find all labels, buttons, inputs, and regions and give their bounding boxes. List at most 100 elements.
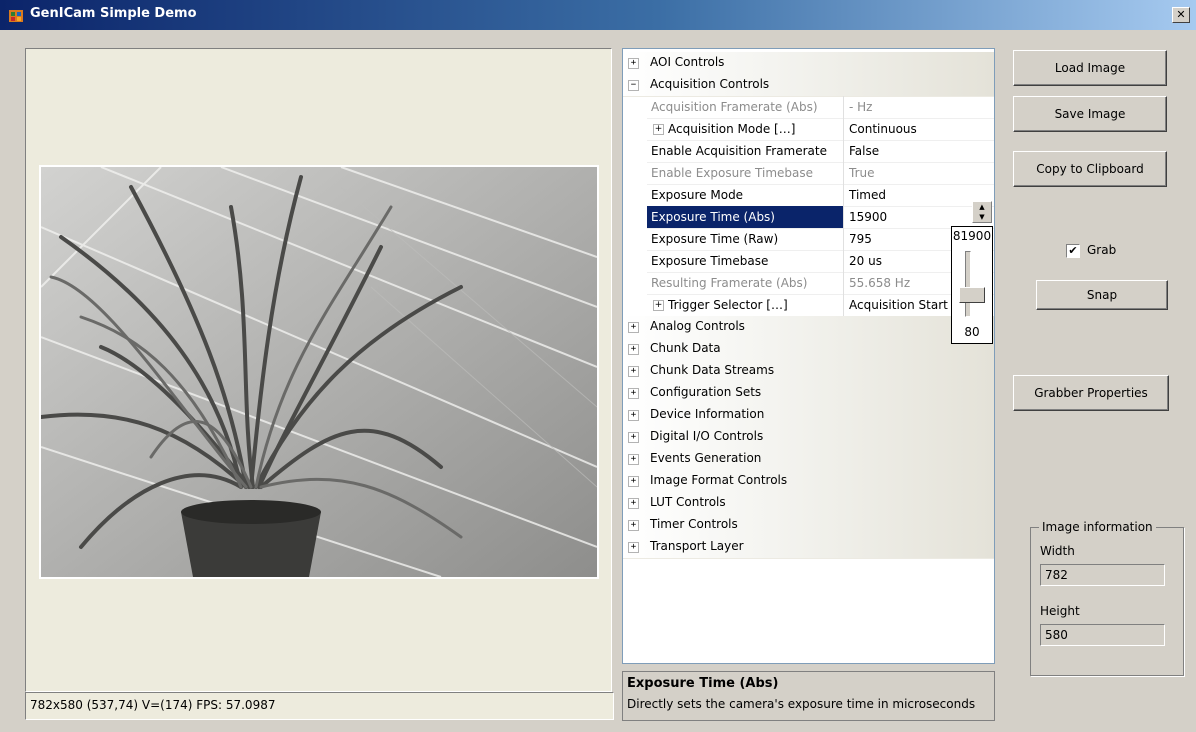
spin-down-icon[interactable]: ▼ <box>973 212 991 222</box>
category-label: Chunk Data <box>650 341 721 355</box>
property-exposure-time-raw[interactable]: Exposure Time (Raw) 795 <box>623 228 994 251</box>
category-chunk-data[interactable]: + Chunk Data <box>623 338 994 361</box>
expand-icon[interactable]: + <box>628 366 639 377</box>
category-acquisition-controls[interactable]: − Acquisition Controls <box>623 74 994 97</box>
group-legend: Image information <box>1039 520 1156 534</box>
property-trigger-selector[interactable]: + Trigger Selector […] Acquisition Start <box>623 294 994 317</box>
spin-up-icon[interactable]: ▲ <box>973 202 991 212</box>
expand-icon[interactable]: + <box>628 454 639 465</box>
status-text: 782x580 (537,74) V=(174) FPS: 57.0987 <box>30 698 276 712</box>
exposure-spin-button[interactable]: ▲ ▼ <box>972 201 992 223</box>
slider-max-label: 81900 <box>952 229 992 243</box>
property-resulting-framerate[interactable]: Resulting Framerate (Abs) 55.658 Hz <box>623 272 994 295</box>
height-field: 580 <box>1040 624 1165 646</box>
property-value[interactable]: Acquisition Start <box>849 298 948 312</box>
property-name: Resulting Framerate (Abs) <box>651 276 808 290</box>
property-exposure-timebase[interactable]: Exposure Timebase 20 us <box>623 250 994 273</box>
height-label: Height <box>1040 604 1080 618</box>
property-name: Enable Acquisition Framerate <box>651 144 827 158</box>
slider-min-label: 80 <box>964 325 980 339</box>
property-name: Exposure Time (Raw) <box>651 232 779 246</box>
property-enable-acquisition-framerate[interactable]: Enable Acquisition Framerate False <box>623 140 994 163</box>
exposure-slider-popup[interactable]: 81900 80 <box>951 226 993 344</box>
category-events-generation[interactable]: + Events Generation <box>623 448 994 471</box>
property-value: - Hz <box>849 100 873 114</box>
close-button[interactable]: ✕ <box>1172 7 1190 23</box>
camera-image <box>39 165 599 579</box>
status-bar: 782x580 (537,74) V=(174) FPS: 57.0987 <box>25 692 614 720</box>
category-device-information[interactable]: + Device Information <box>623 404 994 427</box>
expand-icon[interactable]: + <box>653 124 664 135</box>
slider-track[interactable] <box>965 251 971 317</box>
window-title: GenICam Simple Demo <box>30 6 197 21</box>
expand-icon[interactable]: + <box>628 344 639 355</box>
grab-label: Grab <box>1087 243 1117 257</box>
slider-thumb[interactable] <box>959 287 985 303</box>
expand-icon[interactable]: + <box>628 58 639 69</box>
category-label: AOI Controls <box>650 55 725 69</box>
width-field: 782 <box>1040 564 1165 586</box>
property-value: True <box>849 166 875 180</box>
property-value[interactable]: Continuous <box>849 122 917 136</box>
expand-icon[interactable]: + <box>628 520 639 531</box>
property-name: Acquisition Framerate (Abs) <box>651 100 818 114</box>
expand-icon[interactable]: + <box>653 300 664 311</box>
category-chunk-data-streams[interactable]: + Chunk Data Streams <box>623 360 994 383</box>
property-exposure-mode[interactable]: Exposure Mode Timed <box>623 184 994 207</box>
category-label: Acquisition Controls <box>650 77 770 91</box>
expand-icon[interactable]: + <box>628 542 639 553</box>
app-icon <box>9 10 23 22</box>
category-transport-layer[interactable]: + Transport Layer <box>623 536 994 559</box>
category-timer-controls[interactable]: + Timer Controls <box>623 514 994 537</box>
property-name: Exposure Mode <box>651 188 744 202</box>
category-configuration-sets[interactable]: + Configuration Sets <box>623 382 994 405</box>
category-label: LUT Controls <box>650 495 726 509</box>
category-analog-controls[interactable]: + Analog Controls <box>623 316 994 339</box>
property-acquisition-mode[interactable]: + Acquisition Mode […] Continuous <box>623 118 994 141</box>
expand-icon[interactable]: + <box>628 388 639 399</box>
property-name: Acquisition Mode […] <box>668 122 796 136</box>
category-label: Events Generation <box>650 451 762 465</box>
category-label: Image Format Controls <box>650 473 788 487</box>
collapse-icon[interactable]: − <box>628 80 639 91</box>
property-name: Trigger Selector […] <box>668 298 788 312</box>
property-value[interactable]: 795 <box>849 232 872 246</box>
category-label: Transport Layer <box>650 539 744 553</box>
property-value[interactable]: Timed <box>849 188 886 202</box>
category-lut-controls[interactable]: + LUT Controls <box>623 492 994 515</box>
category-aoi-controls[interactable]: + AOI Controls <box>623 52 994 75</box>
property-value-input[interactable]: 15900 <box>849 210 887 224</box>
property-name: Exposure Timebase <box>651 254 769 268</box>
image-information-group: Image information Width 782 Height 580 <box>1030 520 1184 676</box>
description-panel: Exposure Time (Abs) Directly sets the ca… <box>622 671 995 721</box>
category-image-format-controls[interactable]: + Image Format Controls <box>623 470 994 493</box>
snap-button[interactable]: Snap <box>1036 280 1168 310</box>
property-grid[interactable]: + AOI Controls − Acquisition Controls Ac… <box>622 48 995 664</box>
expand-icon[interactable]: + <box>628 432 639 443</box>
close-icon: ✕ <box>1176 8 1186 21</box>
property-value[interactable]: False <box>849 144 879 158</box>
category-label: Chunk Data Streams <box>650 363 775 377</box>
copy-to-clipboard-button[interactable]: Copy to Clipboard <box>1013 151 1167 187</box>
expand-icon[interactable]: + <box>628 410 639 421</box>
width-value: 782 <box>1045 568 1068 582</box>
grabber-properties-button[interactable]: Grabber Properties <box>1013 375 1169 411</box>
expand-icon[interactable]: + <box>628 322 639 333</box>
property-value[interactable]: 20 us <box>849 254 882 268</box>
image-viewer[interactable] <box>25 48 612 692</box>
expand-icon[interactable]: + <box>628 498 639 509</box>
expand-icon[interactable]: + <box>628 476 639 487</box>
property-exposure-time-abs[interactable]: Exposure Time (Abs) 15900 <box>623 206 994 229</box>
property-name: Exposure Time (Abs) <box>651 210 775 224</box>
category-label: Analog Controls <box>650 319 745 333</box>
grab-checkbox[interactable]: ✔ <box>1066 244 1080 258</box>
category-digital-io-controls[interactable]: + Digital I/O Controls <box>623 426 994 449</box>
category-label: Timer Controls <box>650 517 738 531</box>
save-image-button[interactable]: Save Image <box>1013 96 1167 132</box>
category-label: Digital I/O Controls <box>650 429 764 443</box>
category-label: Device Information <box>650 407 765 421</box>
property-acquisition-framerate[interactable]: Acquisition Framerate (Abs) - Hz <box>623 96 994 119</box>
property-name: Enable Exposure Timebase <box>651 166 814 180</box>
property-enable-exposure-timebase[interactable]: Enable Exposure Timebase True <box>623 162 994 185</box>
load-image-button[interactable]: Load Image <box>1013 50 1167 86</box>
